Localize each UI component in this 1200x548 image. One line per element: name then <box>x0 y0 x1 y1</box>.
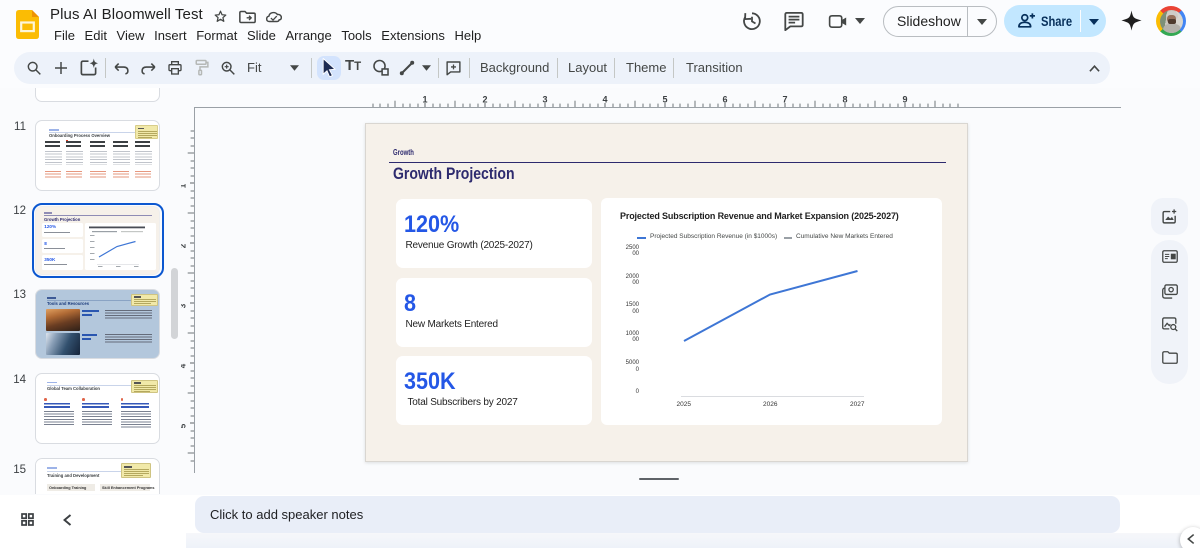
svg-text:9: 9 <box>902 95 907 105</box>
svg-text:2: 2 <box>181 243 188 248</box>
svg-text:1: 1 <box>181 183 188 188</box>
svg-text:4: 4 <box>602 95 607 105</box>
svg-text:1: 1 <box>422 95 427 105</box>
svg-text:2: 2 <box>482 95 487 105</box>
svg-text:5: 5 <box>181 423 188 428</box>
svg-text:4: 4 <box>181 363 188 368</box>
svg-text:5: 5 <box>662 95 667 105</box>
svg-text:3: 3 <box>542 95 547 105</box>
svg-text:8: 8 <box>842 95 847 105</box>
svg-text:3: 3 <box>181 303 188 308</box>
svg-text:6: 6 <box>722 95 727 105</box>
svg-text:7: 7 <box>782 95 787 105</box>
